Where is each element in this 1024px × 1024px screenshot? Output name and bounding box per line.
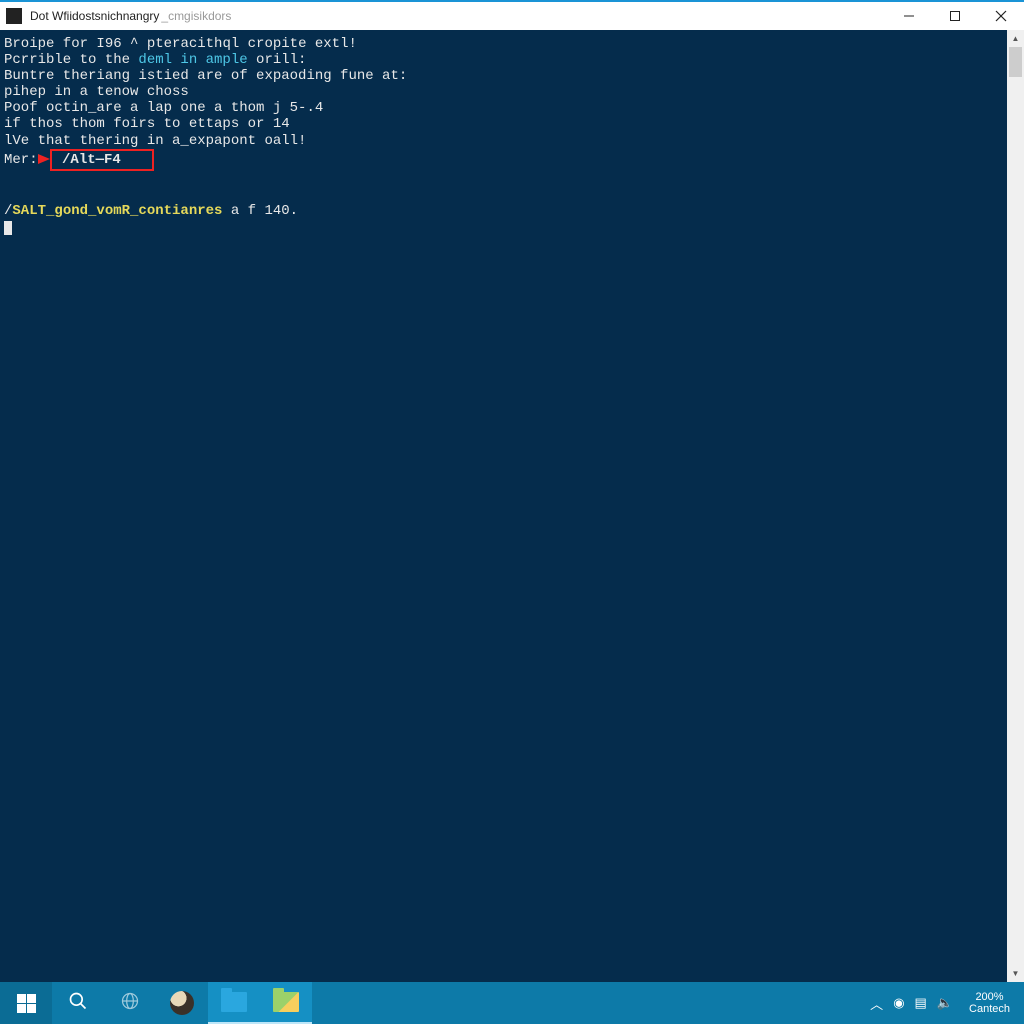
volume-icon[interactable]: 🔈 (937, 995, 953, 1011)
minimize-button[interactable] (886, 2, 932, 30)
tray-overflow-icon[interactable]: ︿ (870, 994, 883, 1013)
brand-label: Cantech (969, 1003, 1010, 1015)
network-icon[interactable]: ▤ (915, 995, 927, 1011)
window-title: Dot Wfiidostsnichnangry (30, 9, 159, 23)
maximize-button[interactable] (932, 2, 978, 30)
terminal-line: lVe that thering in a_expapont oall! (4, 133, 1003, 149)
terminal-line: Broipe for I96 ^ pteracithql cropite ext… (4, 36, 1003, 52)
scroll-down-button[interactable]: ▼ (1007, 965, 1024, 982)
terminal-container: Broipe for I96 ^ pteracithql cropite ext… (0, 30, 1024, 982)
close-button[interactable] (978, 2, 1024, 30)
system-tray: ︿ ◉ ▤ 🔈 200% Cantech (862, 982, 1024, 1024)
file-explorer-icon (221, 992, 247, 1012)
cursor-icon (4, 221, 12, 235)
tray-clock[interactable]: 200% Cantech (963, 991, 1016, 1015)
terminal-cursor-line (4, 219, 1003, 235)
windows-start-icon (17, 994, 36, 1013)
task-view-button[interactable] (104, 982, 156, 1024)
terminal-line: if thos thom foirs to ettaps or 14 (4, 116, 1003, 132)
window-titlebar: Dot Wfiidostsnichnangry _cmgisikdors (0, 0, 1024, 30)
scroll-thumb[interactable] (1009, 47, 1022, 77)
disk-icon[interactable]: ◉ (893, 995, 904, 1011)
search-icon (68, 991, 88, 1016)
terminal-output[interactable]: Broipe for I96 ^ pteracithql cropite ext… (0, 30, 1007, 982)
terminal-line: Poof octin_are a lap one a thom j 5-.4 (4, 100, 1003, 116)
vertical-scrollbar[interactable]: ▲ ▼ (1007, 30, 1024, 982)
zoom-level: 200% (969, 991, 1010, 1003)
taskbar-folder-app[interactable] (260, 982, 312, 1024)
callout-highlight-box: /Alt—F4 (50, 149, 154, 171)
taskbar: ︿ ◉ ▤ 🔈 200% Cantech (0, 982, 1024, 1024)
window-title-secondary: _cmgisikdors (161, 9, 231, 23)
scroll-up-button[interactable]: ▲ (1007, 30, 1024, 47)
globe-icon (120, 991, 140, 1016)
start-button[interactable] (0, 982, 52, 1024)
scroll-track[interactable] (1007, 47, 1024, 965)
terminal-line: Buntre theriang istied are of expaoding … (4, 68, 1003, 84)
taskbar-file-explorer[interactable] (208, 982, 260, 1024)
callout-arrow-icon (38, 154, 50, 164)
search-button[interactable] (52, 982, 104, 1024)
app-round-icon (170, 991, 194, 1015)
taskbar-app-1[interactable] (156, 982, 208, 1024)
app-icon (6, 8, 22, 24)
folder-app-icon (273, 992, 299, 1012)
terminal-highlight-line: Mer: /Alt—F4 (4, 149, 1003, 171)
terminal-prompt-line: /SALT_gond_vomR_contianres a f 140. (4, 203, 1003, 219)
terminal-line: Pcrrible to the deml in ample orill: (4, 52, 1003, 68)
terminal-line: pihep in a tenow choss (4, 84, 1003, 100)
